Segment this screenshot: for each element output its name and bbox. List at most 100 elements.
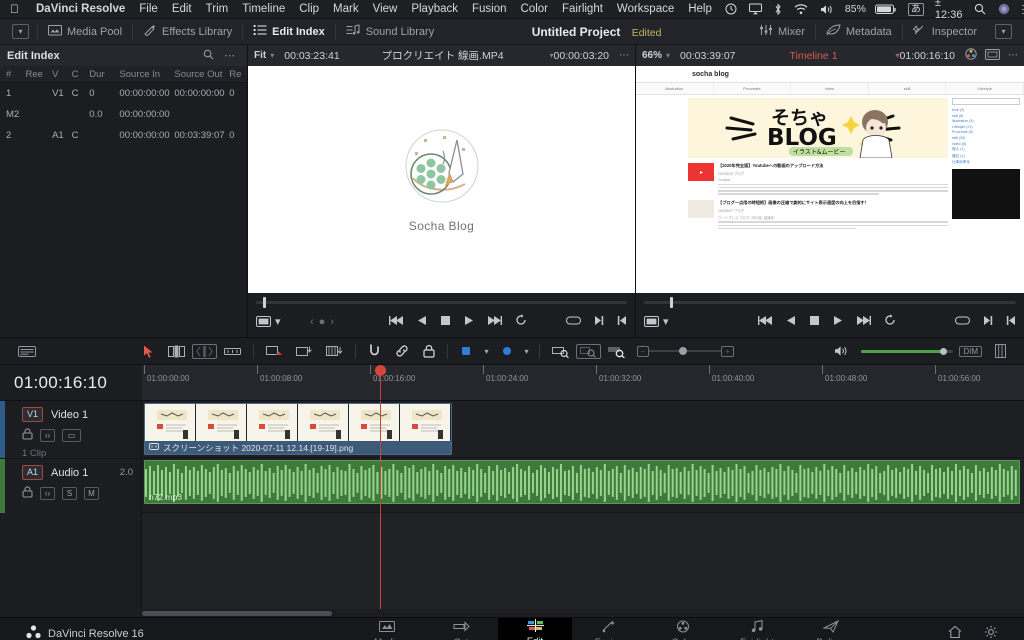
marker-dot-icon[interactable]: ● <box>319 316 326 328</box>
menu-color[interactable]: Color <box>514 3 555 15</box>
nav-item[interactable]: illustration <box>636 83 714 94</box>
zoom-detail-icon[interactable] <box>575 343 601 359</box>
dim-button[interactable]: DIM <box>959 345 983 357</box>
right-panel-toggle-icon[interactable]: ▾ <box>987 19 1020 45</box>
zoom-full-extent-icon[interactable] <box>601 345 633 358</box>
track-header-v1[interactable]: V1 Video 1 ‹› ▭ 1 Clip <box>0 401 141 459</box>
snapping-icon[interactable] <box>361 344 388 358</box>
menu-view[interactable]: View <box>366 3 405 15</box>
post-title[interactable]: 【2020年完全版】Youtubeへの動画のアップロード方法 <box>718 163 948 169</box>
timeline-scrubber[interactable] <box>644 297 1016 308</box>
stop-icon[interactable] <box>440 315 451 329</box>
media-pool-button[interactable]: Media Pool <box>38 19 132 45</box>
lock-icon[interactable] <box>22 428 33 443</box>
audio-meter-icon[interactable] <box>988 344 1016 358</box>
source-scrubber-handle[interactable] <box>263 297 267 308</box>
table-row[interactable]: M2 0.0 00:00:00:00 <box>0 104 247 125</box>
skip-to-start-icon[interactable] <box>757 315 773 329</box>
skip-to-end-icon[interactable] <box>856 315 871 329</box>
page-cut[interactable]: Cut <box>424 618 498 640</box>
solo-icon[interactable]: S <box>62 487 77 500</box>
page-color[interactable]: Color <box>646 618 720 640</box>
clock-icon[interactable] <box>719 3 743 15</box>
category-item[interactable]: skill (8) <box>952 114 1020 118</box>
source-fit-label[interactable]: Fit <box>254 50 266 61</box>
page-fairlight[interactable]: Fairlight <box>720 618 794 640</box>
flag-chevron-down-icon[interactable]: ▾ <box>479 347 493 356</box>
search-input[interactable] <box>952 98 1020 105</box>
category-item[interactable]: 個人 (1) <box>952 147 1020 152</box>
volume-icon[interactable] <box>814 4 839 15</box>
menu-mark[interactable]: Mark <box>326 3 366 15</box>
post-title[interactable]: 【ブログ一点用の時短術】画像の圧縮で劇的にサイト表示速度の向上を目指す！ <box>718 200 948 206</box>
menu-workspace[interactable]: Workspace <box>610 3 681 15</box>
zoom-out-icon[interactable]: − <box>636 345 650 357</box>
effects-library-button[interactable]: Effects Library <box>133 19 242 45</box>
menu-timeline[interactable]: Timeline <box>235 3 292 15</box>
mark-in-out-icon[interactable] <box>955 315 970 329</box>
track-header-a1[interactable]: A1 Audio 1 2.0 ‹› S M <box>0 458 141 513</box>
nav-item[interactable]: Lifestyle <box>946 83 1024 94</box>
skip-to-end-icon[interactable] <box>487 315 502 329</box>
timeline-clip-area[interactable]: スクリーンショット 2020-07-11 12.14.[19-19].png n… <box>142 401 1024 609</box>
search-icon[interactable] <box>968 3 992 15</box>
list-item[interactable]: 【2020年完全版】Youtubeへの動画のアップロード方法 2020/8/20… <box>688 163 948 195</box>
auto-select-icon[interactable]: ‹› <box>40 429 55 442</box>
selection-mode-icon[interactable] <box>136 345 161 358</box>
gear-icon[interactable] <box>984 625 998 640</box>
timeline-ruler[interactable]: 01:00:00:00 01:00:08:00 01:00:16:00 01:0… <box>142 365 1024 400</box>
page-media[interactable]: Media <box>350 618 424 640</box>
zoom-slider-knob[interactable] <box>679 347 688 355</box>
loop-icon[interactable] <box>515 314 527 329</box>
auto-select-icon[interactable]: ‹› <box>40 487 55 500</box>
menu-file[interactable]: File <box>132 3 165 15</box>
category-item[interactable]: Lifestyle (21) <box>952 125 1020 129</box>
timeline-scrubber-handle[interactable] <box>670 297 674 308</box>
chevron-down-icon[interactable]: ▾ <box>663 315 669 328</box>
timeline-view-options-icon[interactable] <box>8 345 43 357</box>
inspector-button[interactable]: Inspector <box>903 19 987 45</box>
chevron-down-icon[interactable]: ▾ <box>275 315 281 328</box>
table-row[interactable]: 1 V1 C 0 00:00:00:00 00:00:00:00 0 <box>0 83 247 104</box>
source-marker-nav[interactable]: ‹ ● › <box>310 316 334 328</box>
flag-icon[interactable] <box>453 345 479 357</box>
category-item[interactable]: trick (9) <box>952 108 1020 112</box>
sound-library-button[interactable]: Sound Library <box>336 19 445 45</box>
list-item[interactable]: 【ブログ一点用の時短術】画像の圧縮で劇的にサイト表示速度の向上を目指す！ 202… <box>688 199 948 230</box>
scrollbar-thumb[interactable] <box>142 610 332 616</box>
source-viewer-canvas[interactable]: Socha Blog <box>248 66 635 293</box>
track-name[interactable]: Video 1 <box>51 409 88 421</box>
category-item[interactable]: illustration (5) <box>952 119 1020 123</box>
more-options-icon[interactable]: ⋯ <box>1008 50 1018 61</box>
source-scrubber[interactable] <box>256 297 627 308</box>
track-badge[interactable]: V1 <box>22 407 44 422</box>
timeline-viewer-mode[interactable]: ▾ <box>644 315 698 328</box>
replace-clip-icon[interactable] <box>319 345 350 358</box>
input-source-icon[interactable]: あ <box>907 2 924 16</box>
timeline-zoom-slider[interactable]: − + <box>636 345 734 357</box>
video-enable-icon[interactable]: ▭ <box>62 429 81 442</box>
bluetooth-icon[interactable] <box>768 2 788 16</box>
video-clip[interactable]: スクリーンショット 2020-07-11 12.14.[19-19].png <box>144 403 452 455</box>
volume-slider[interactable] <box>861 347 954 355</box>
page-fusion[interactable]: Fusion <box>572 618 646 640</box>
speaker-icon[interactable] <box>827 345 855 357</box>
menu-clip[interactable]: Clip <box>292 3 326 15</box>
zoom-slider-track[interactable] <box>649 347 722 355</box>
mark-out-icon[interactable] <box>617 315 627 329</box>
source-viewer-mode[interactable]: ▾ <box>256 315 310 328</box>
color-wheel-icon[interactable] <box>965 48 977 63</box>
page-deliver[interactable]: Deliver <box>794 618 868 640</box>
volume-knob[interactable] <box>940 347 948 355</box>
timeline-name[interactable]: Timeline 1 <box>736 50 892 62</box>
track-channel-config[interactable]: 2.0 <box>120 467 133 478</box>
zoom-in-icon[interactable]: + <box>721 345 734 357</box>
trim-edit-mode-icon[interactable] <box>161 345 192 358</box>
razor-edit-mode-icon[interactable] <box>217 345 248 358</box>
timeline-viewer-canvas[interactable]: socha blog illustration Procreate video … <box>636 66 1024 293</box>
play-icon[interactable] <box>464 315 474 329</box>
play-reverse-icon[interactable] <box>786 315 796 329</box>
home-icon[interactable] <box>948 625 962 640</box>
menu-playback[interactable]: Playback <box>404 3 465 15</box>
search-icon[interactable] <box>198 49 219 63</box>
